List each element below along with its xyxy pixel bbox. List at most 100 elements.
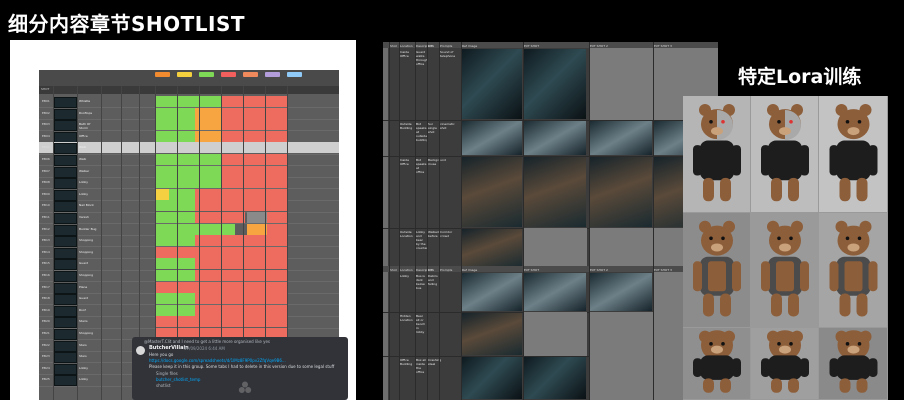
schedule-cell (221, 119, 287, 131)
column-header: EXT SHOT 3 (654, 267, 672, 272)
empty-cell (523, 312, 587, 356)
column-divider (589, 42, 590, 268)
lora-training-image (751, 328, 818, 399)
schedule-cell (155, 270, 195, 282)
status-chip (265, 72, 280, 77)
avatar[interactable] (136, 346, 145, 355)
row-gutter (383, 48, 388, 268)
schedule-cell (267, 212, 287, 224)
shot-thumbnail (54, 120, 77, 132)
column-divider (77, 86, 78, 400)
reply-preview: @MasterT.Clit and I need to get a little… (144, 339, 271, 344)
file-item[interactable]: Single files (156, 371, 178, 376)
shot-label: Roof (79, 307, 86, 312)
empty-cell (589, 48, 653, 120)
location-cell: Hidden Location (400, 314, 413, 322)
column-divider (439, 266, 440, 400)
status-chip (155, 72, 170, 77)
shot-thumbnail (54, 143, 77, 155)
lora-training-image (683, 328, 750, 399)
spreadsheet-link[interactable]: https://docs.google.com/spreadsheets/d/1… (149, 358, 286, 363)
empty-cell (589, 356, 653, 400)
shot-label: Lobby (79, 180, 89, 185)
dts-cell: Background muse (428, 158, 446, 166)
username[interactable]: ButcherVillain (149, 345, 189, 351)
column-header: Ref Image (462, 43, 478, 48)
column-divider (439, 42, 440, 268)
schedule-cell (221, 96, 287, 108)
sheet-header-row (39, 86, 339, 94)
column-header: EXT SHOT 2 (590, 43, 608, 48)
schedule-cell (155, 316, 195, 328)
column-divider (589, 266, 590, 400)
schedule-cell (247, 223, 267, 235)
shot-label: Bath Of Storm (79, 122, 91, 131)
column-header: Prompts (440, 43, 453, 48)
discord-message-popup: @MasterT.Clit and I need to get a little… (132, 337, 348, 400)
shot-thumbnail (54, 375, 77, 387)
shot-thumbnail (54, 294, 77, 306)
prompt-cell: cinematic shot (440, 122, 455, 130)
shot-label: Shopping (79, 273, 94, 277)
status-chip (199, 72, 214, 77)
column-divider (415, 266, 416, 400)
column-divider (101, 86, 102, 400)
shot-label: Rooftops (79, 110, 93, 115)
file-item[interactable]: butcher_shotlist_temp (156, 377, 200, 382)
schedule-cell (221, 130, 287, 142)
schedule-cell (195, 235, 287, 247)
reference-image (524, 273, 586, 311)
shot-thumbnail (54, 305, 77, 317)
schedule-cell (155, 246, 195, 258)
schedule-cell (155, 154, 195, 166)
shot-thumbnail (54, 166, 77, 178)
schedule-cell (155, 177, 195, 189)
shot-label: Nail Block (79, 203, 94, 208)
shot-label: Walk (79, 145, 87, 150)
schedule-cell (195, 188, 287, 200)
sheet-header-shot: SHOT (41, 87, 50, 91)
reference-image (524, 49, 586, 119)
message-greeting: Here you go (149, 352, 174, 357)
reference-image (590, 157, 652, 227)
file-item[interactable]: shotlist (156, 383, 171, 388)
schedule-cell (221, 107, 287, 119)
reference-image (462, 157, 522, 227)
description-cell: Bus is dark below bus (416, 274, 425, 290)
schedule-cell (155, 96, 195, 108)
shot-thumbnail (54, 317, 77, 329)
schedule-cell (155, 130, 195, 142)
shot-label: Stars (79, 354, 87, 359)
schedule-cell (195, 270, 287, 282)
location-cell: Outside Building (400, 122, 413, 130)
lora-training-image (683, 96, 750, 212)
column-divider (389, 266, 390, 400)
message-timestamp: 07/09/2024 6:44 AM (184, 346, 225, 351)
shot-label: Shopping (79, 249, 94, 254)
shot-thumbnail (54, 271, 77, 282)
location-cell: Office Building (400, 358, 413, 366)
shot-label: Stairs (79, 319, 88, 324)
column-divider (653, 42, 654, 268)
schedule-cell (221, 165, 287, 177)
column-header: EXT SHOT (524, 267, 540, 272)
column-header: EXT SHOT 2 (590, 267, 608, 272)
shot-thumbnail (54, 352, 77, 364)
schedule-cell (195, 212, 245, 224)
shot-thumbnail (54, 259, 77, 271)
shot-thumbnail (54, 189, 77, 201)
schedule-cell (155, 212, 195, 224)
reference-image (462, 273, 522, 311)
shot-thumbnail (54, 108, 77, 120)
reference-image (524, 121, 586, 155)
schedule-cell (195, 304, 287, 316)
shot-thumbnail (54, 97, 77, 108)
dts-cell: Sur single shot (428, 122, 437, 134)
location-cell: Outside Location (400, 230, 413, 238)
shot-label: Whistle (79, 99, 91, 103)
dts-cell: Debris and falling (428, 274, 438, 286)
location-cell: Lobby (400, 274, 410, 278)
shot-label: Walker (79, 168, 90, 173)
schedule-cell (155, 165, 195, 177)
schedule-cell (195, 281, 287, 293)
